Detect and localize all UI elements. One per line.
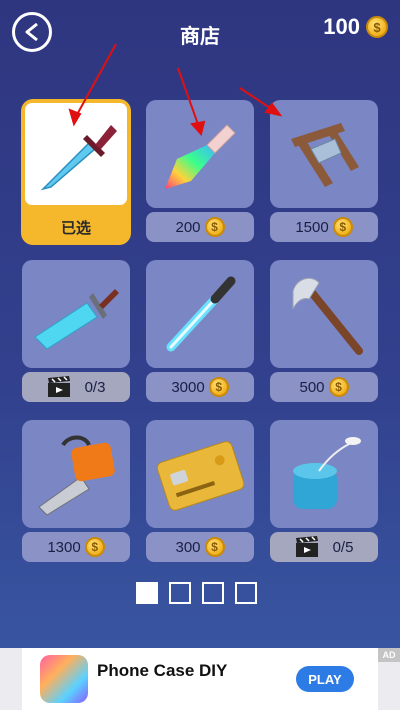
shop-item-credit-card[interactable]: 300 $ (146, 420, 254, 562)
item-card[interactable] (146, 420, 254, 528)
price-tag[interactable]: 1500 $ (270, 212, 378, 242)
price-tag[interactable]: 500 $ (270, 372, 378, 402)
item-card[interactable] (22, 420, 130, 528)
item-card[interactable] (270, 260, 378, 368)
page-dot-2[interactable] (169, 582, 191, 604)
selected-label: 已选 (60, 218, 91, 237)
item-card[interactable] (146, 260, 254, 368)
ad-content[interactable]: Phone Case DIY PLAY (22, 648, 378, 710)
ad-title[interactable]: Phone Case DIY (97, 661, 227, 681)
price-value: 300 (175, 538, 201, 556)
price-value: 1300 (47, 538, 81, 556)
shop-item-floss-box[interactable]: 0/5 (270, 420, 378, 562)
video-clapper-icon (47, 376, 70, 397)
shop-grid: 已选 200 $ 1500 $ 0/3 3000 $ 500 $ 1300 $ … (21, 99, 378, 570)
coin-count: 100 (323, 14, 360, 39)
coin-icon: $ (366, 16, 388, 38)
price-tag[interactable]: 3000 $ (146, 372, 254, 402)
lightsaber-icon (166, 276, 236, 352)
price-value: 1500 (295, 218, 329, 236)
chainsaw-icon (38, 435, 115, 516)
item-card[interactable] (22, 260, 130, 368)
page-dot-3[interactable] (202, 582, 224, 604)
floss-box-icon (293, 437, 361, 509)
page-indicator (136, 582, 257, 604)
ad-app-icon[interactable] (40, 655, 88, 703)
axe-icon (292, 277, 363, 355)
coin-icon: $ (208, 377, 229, 397)
ad-badge: AD (378, 648, 400, 662)
credit-card-icon (156, 441, 245, 511)
coin-icon: $ (328, 377, 349, 397)
price-value: 200 (175, 218, 201, 236)
sword-icon (34, 289, 119, 350)
item-card[interactable] (270, 420, 378, 528)
coin-icon: $ (84, 537, 105, 557)
shop-item-chainsaw[interactable]: 1300 $ (22, 420, 130, 562)
page-dot-1[interactable] (136, 582, 158, 604)
shop-item-lightsaber[interactable]: 3000 $ (146, 260, 254, 402)
video-unlock-tag[interactable]: 0/3 (22, 372, 130, 402)
price-value: 3000 (171, 378, 205, 396)
ad-banner[interactable]: Phone Case DIY PLAY AD (0, 648, 400, 710)
video-progress: 0/5 (332, 538, 354, 556)
page-dot-4[interactable] (235, 582, 257, 604)
price-tag[interactable]: 1300 $ (22, 532, 130, 562)
price-tag[interactable]: 300 $ (146, 532, 254, 562)
coin-icon: $ (204, 537, 225, 557)
shop-item-buster-sword[interactable]: 0/3 (22, 260, 130, 402)
video-progress: 0/3 (84, 378, 106, 396)
price-tag[interactable]: 200 $ (146, 212, 254, 242)
coin-icon: $ (204, 217, 225, 237)
annotation-arrows (68, 43, 283, 137)
coin-balance: 100 $ (323, 14, 388, 40)
price-value: 500 (299, 378, 325, 396)
video-clapper-icon (295, 536, 318, 557)
shop-item-axe[interactable]: 500 $ (270, 260, 378, 402)
coin-icon: $ (332, 217, 353, 237)
video-unlock-tag[interactable]: 0/5 (270, 532, 378, 562)
ad-play-button[interactable]: PLAY (296, 666, 354, 692)
